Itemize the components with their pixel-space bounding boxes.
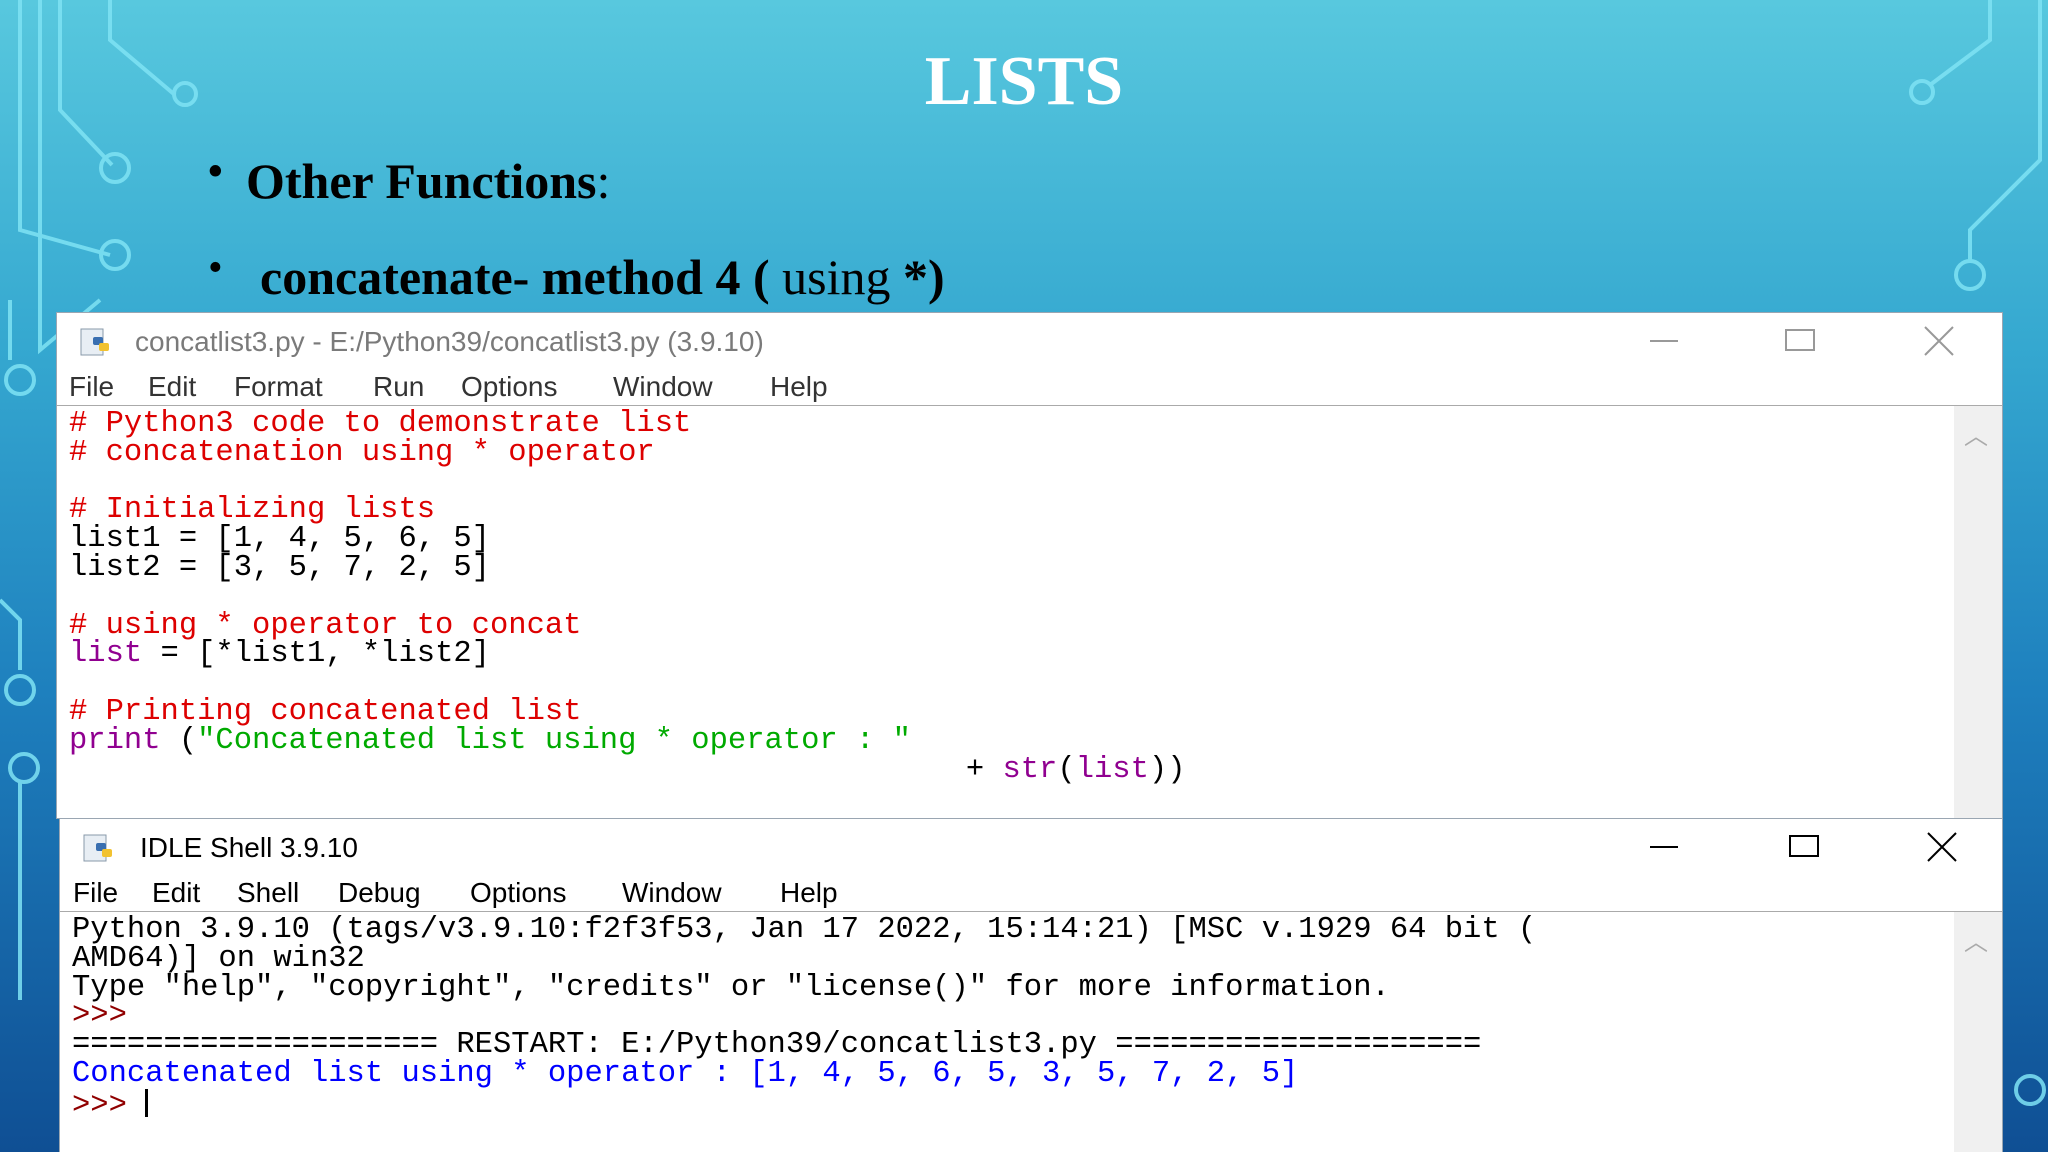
editor-window: concatlist3.py - E:/Python39/concatlist3…: [57, 313, 2002, 818]
menu-window[interactable]: Window: [622, 877, 722, 909]
text-cursor: [145, 1088, 149, 1117]
scroll-up-icon[interactable]: ︿: [1964, 416, 1988, 451]
menu-window[interactable]: Window: [613, 371, 713, 403]
editor-title: concatlist3.py - E:/Python39/concatlist3…: [135, 326, 764, 357]
minimize-icon[interactable]: [1644, 831, 1684, 863]
menu-format[interactable]: Format: [234, 371, 323, 403]
shell-prompt: >>>: [72, 1088, 146, 1123]
maximize-icon[interactable]: [1784, 831, 1824, 863]
code-builtin: str: [1002, 752, 1058, 787]
code-keyword: list: [69, 637, 143, 672]
editor-titlebar[interactable]: concatlist3.py - E:/Python39/concatlist3…: [57, 313, 2002, 369]
slide-title: LISTS: [924, 43, 1124, 120]
menu-file[interactable]: File: [69, 371, 114, 403]
menu-file[interactable]: File: [73, 877, 118, 909]
close-icon[interactable]: [1922, 831, 1962, 863]
shell-output: Concatenated list using * operator : [1,…: [72, 1056, 1299, 1091]
maximize-icon[interactable]: [1780, 325, 1820, 357]
shell-line: Type "help", "copyright", "credits" or "…: [72, 970, 1390, 1005]
code-line: # concatenation using * operator: [69, 435, 655, 470]
bullet-dot-icon: •: [208, 149, 223, 195]
python-shell-icon: [83, 834, 112, 862]
menu-options[interactable]: Options: [470, 877, 567, 909]
shell-console[interactable]: Python 3.9.10 (tags/v3.9.10:f2f3f53, Jan…: [60, 911, 2002, 1152]
editor-menubar: File Edit Format Run Options Window Help: [57, 369, 2002, 403]
shell-text: Python 3.9.10 (tags/v3.9.10:f2f3f53, Jan…: [72, 915, 1536, 1123]
minimize-icon[interactable]: [1644, 325, 1684, 357]
menu-run[interactable]: Run: [373, 371, 424, 403]
shell-titlebar[interactable]: IDLE Shell 3.9.10: [60, 819, 2002, 875]
bullet-bold-text: concatenate- method 4 (: [260, 249, 770, 305]
shell-window: IDLE Shell 3.9.10 File Edit Shell Debug …: [60, 819, 2002, 1152]
menu-edit[interactable]: Edit: [152, 877, 200, 909]
bullet-end-text: *): [902, 249, 945, 305]
code-keyword: list: [1075, 752, 1149, 787]
code-line: = [*list1, *list2]: [142, 637, 490, 672]
scroll-up-icon[interactable]: ︿: [1964, 922, 1988, 957]
bullet-other-functions: • Other Functions:: [208, 149, 611, 210]
shell-title: IDLE Shell 3.9.10: [140, 832, 358, 863]
editor-scrollbar[interactable]: ︿: [1954, 406, 2002, 818]
bullet-dot-icon: •: [208, 245, 223, 291]
bullet-colon: :: [596, 153, 611, 209]
code-line: list2 = [3, 5, 7, 2, 5]: [69, 550, 490, 585]
menu-options[interactable]: Options: [461, 371, 558, 403]
code-editor[interactable]: # Python3 code to demonstrate list # con…: [57, 405, 2002, 818]
bullet-text: Other Functions: [246, 153, 597, 209]
menu-help[interactable]: Help: [780, 877, 838, 909]
menu-edit[interactable]: Edit: [148, 371, 196, 403]
code-text: # Python3 code to demonstrate list # con…: [69, 409, 1186, 787]
bullet-normal-text: using: [769, 249, 903, 305]
code-paren: (: [1057, 752, 1076, 787]
bullet-concatenate-method: • concatenate- method 4 ( using *): [208, 245, 945, 306]
python-file-icon: [80, 328, 109, 356]
shell-scrollbar[interactable]: ︿: [1954, 912, 2002, 1152]
close-icon[interactable]: [1919, 325, 1959, 357]
menu-shell[interactable]: Shell: [237, 877, 299, 909]
code-indent: +: [69, 752, 1003, 787]
menu-help[interactable]: Help: [770, 371, 828, 403]
code-paren: )): [1148, 752, 1186, 787]
shell-menubar: File Edit Shell Debug Options Window Hel…: [60, 875, 2002, 909]
menu-debug[interactable]: Debug: [338, 877, 421, 909]
